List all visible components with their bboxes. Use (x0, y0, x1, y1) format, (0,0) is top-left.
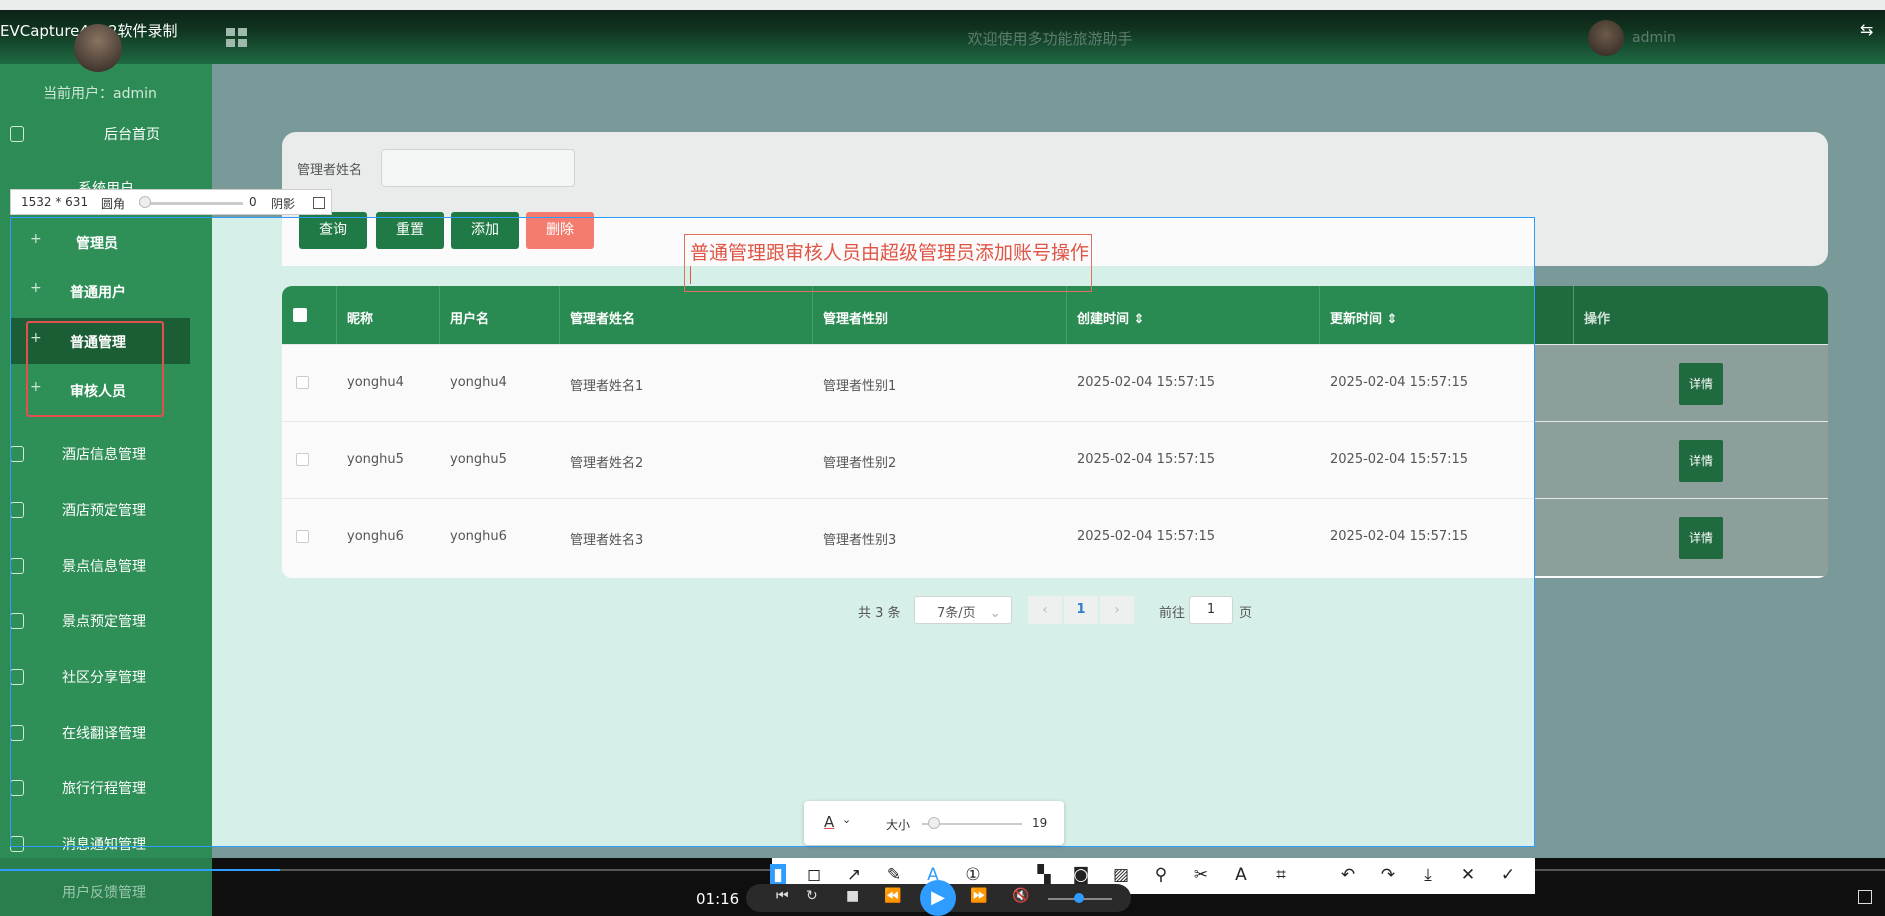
fast-forward-icon[interactable]: ⏩ (970, 888, 987, 904)
pin-icon[interactable]: ▮ (770, 864, 786, 886)
undo-icon[interactable]: ↶ (1337, 864, 1359, 886)
download-icon[interactable]: ⤓ (1417, 864, 1439, 886)
sidebar-avatar (74, 24, 122, 72)
table-header-outside (1535, 286, 1828, 344)
scan-icon[interactable]: ⌗ (1270, 864, 1292, 886)
size-label: 大小 (886, 818, 911, 832)
detail-button[interactable]: 详情 (1679, 517, 1723, 559)
shape-icon[interactable]: ◻ (803, 864, 825, 886)
radius-label: 圆角 (101, 197, 126, 211)
chevron-down-icon[interactable]: ⌄ (842, 813, 851, 826)
confirm-icon[interactable]: ✓ (1497, 864, 1519, 886)
detail-button[interactable]: 详情 (1679, 363, 1723, 405)
number-icon[interactable]: ① (962, 864, 984, 886)
pen-icon[interactable]: ✎ (883, 864, 905, 886)
avatar[interactable] (1588, 20, 1624, 56)
capture-size: 1532 * 631 (21, 195, 89, 209)
capture-frame[interactable] (10, 217, 1535, 847)
shadow-label: 阴影 (271, 197, 296, 211)
close-icon[interactable]: ✕ (1457, 864, 1479, 886)
sidebar-item-home[interactable]: 后台首页 (0, 114, 212, 154)
menu-grid-icon[interactable] (226, 28, 248, 48)
radius-slider[interactable] (139, 202, 243, 205)
recorder-strip (0, 0, 1885, 10)
refresh-icon[interactable]: ↻ (806, 888, 818, 904)
search-label: 管理者姓名 (297, 163, 363, 178)
hatch-icon[interactable]: ▨ (1110, 864, 1132, 886)
font-color-icon[interactable]: A (824, 813, 834, 831)
shadow-checkbox[interactable] (313, 197, 325, 209)
fullscreen-icon[interactable] (1858, 890, 1872, 904)
text-caret (690, 266, 691, 284)
rewind-icon[interactable]: ⏪ (884, 888, 901, 904)
volume-slider-handle[interactable] (1074, 893, 1084, 903)
layout-toggle-icon[interactable]: ⇆ (1860, 20, 1873, 39)
annotation-text: 普通管理跟审核人员由超级管理员添加账号操作 (690, 242, 1090, 264)
sidebar-item-feedback[interactable]: 用户反馈管理 (62, 882, 146, 902)
cut-icon[interactable]: ✂ (1190, 864, 1212, 886)
play-button[interactable]: ▶ (920, 880, 956, 916)
arrow-icon[interactable]: ↗ (843, 864, 865, 886)
font-size-value: 19 (1032, 816, 1048, 830)
pin-tool-icon[interactable]: ⚲ (1150, 864, 1172, 886)
col-action: 操作 (1584, 312, 1611, 327)
header-username[interactable]: admin (1632, 30, 1676, 46)
welcome-title: 欢迎使用多功能旅游助手 (967, 30, 1133, 48)
blur-icon[interactable]: ◙ (1070, 864, 1092, 886)
rewind-marker-icon[interactable]: ⏮ (776, 888, 789, 904)
text-toolbar: A ⌄ 大小 19 (804, 801, 1064, 845)
capture-size-bar: 1532 * 631 圆角 0 阴影 (10, 189, 332, 215)
current-user-label: 当前用户：admin (43, 86, 157, 102)
sidebar-item-label: 后台首页 (104, 127, 160, 143)
redo-icon[interactable]: ↷ (1377, 864, 1399, 886)
font-size-slider-handle[interactable] (928, 817, 940, 829)
video-progress-fill (0, 869, 280, 871)
mute-icon[interactable]: 🔇 (1012, 888, 1029, 904)
manager-name-input[interactable] (381, 149, 575, 187)
ocr-icon[interactable]: A (1230, 864, 1252, 886)
stop-icon[interactable]: ■ (846, 888, 859, 904)
playback-time: 01:16 (696, 890, 740, 908)
detail-button[interactable]: 详情 (1679, 440, 1723, 482)
home-icon (10, 126, 24, 142)
mosaic-icon[interactable]: ▚ (1033, 864, 1055, 886)
radius-slider-handle[interactable] (139, 196, 151, 208)
radius-value: 0 (249, 195, 257, 209)
